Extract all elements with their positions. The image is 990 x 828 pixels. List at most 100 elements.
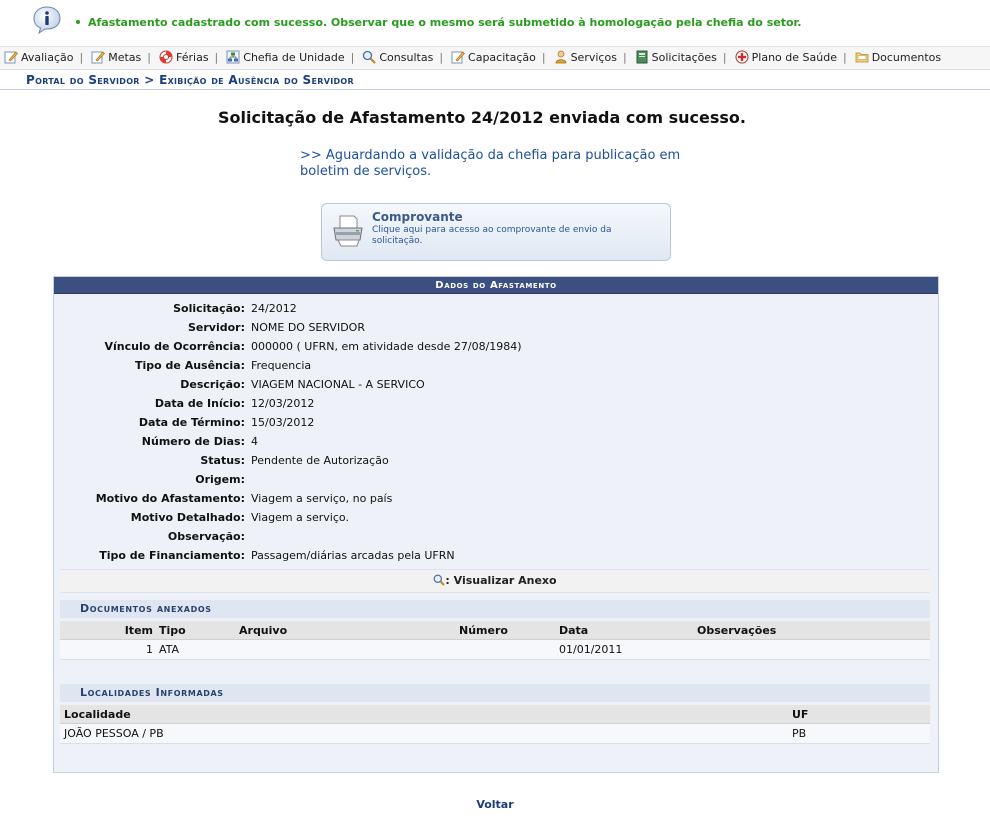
field-row: Status: Pendente de Autorização	[54, 451, 938, 470]
field-label: Observação:	[167, 530, 245, 543]
breadcrumb: Portal do Servidor > Exibição de Ausênci…	[26, 73, 354, 87]
field-value: 000000 ( UFRN, em atividade desde 27/08/…	[251, 340, 522, 353]
field-label: Servidor:	[187, 321, 245, 334]
field-row: Data de Início: 12/03/2012	[54, 394, 938, 413]
field-row: Número de Dias: 4	[54, 432, 938, 451]
cell-data: 01/01/2011	[559, 639, 697, 660]
menu-label: Serviços	[570, 51, 617, 64]
field-value: Viagem a serviço.	[251, 511, 349, 524]
book-icon	[636, 50, 648, 64]
waiting-validation-text: >> Aguardando a validação da chefia para…	[300, 148, 681, 179]
field-label: Tipo de Ausência:	[135, 359, 245, 372]
bullet-icon	[76, 20, 80, 24]
menu-item-ferias[interactable]: Férias	[155, 47, 211, 69]
column-header: Número	[459, 621, 559, 640]
cell-item: 1	[60, 639, 159, 660]
field-value: VIAGEM NACIONAL - A SERVICO	[251, 378, 425, 391]
comprovante-button[interactable]: Comprovante Clique aqui para acesso ao c…	[321, 203, 671, 261]
message-bar: Afastamento cadastrado com sucesso. Obse…	[0, 0, 990, 42]
lifebuoy-icon	[159, 50, 173, 64]
menu-separator: |	[541, 51, 546, 64]
menu-label: Solicitações	[651, 51, 717, 64]
field-label: Descrição:	[180, 378, 245, 391]
field-value: 12/03/2012	[251, 397, 315, 410]
person-icon	[555, 50, 566, 64]
field-row: Descrição: VIAGEM NACIONAL - A SERVICO	[54, 375, 938, 394]
field-list: Solicitação: 24/2012 Servidor: NOME DO SER…	[54, 299, 938, 565]
voltar-link[interactable]: Voltar	[0, 798, 990, 811]
field-row: Motivo Detalhado: Viagem a serviço.	[54, 508, 938, 527]
pencil-icon	[91, 51, 106, 64]
folder-icon	[855, 52, 869, 63]
menu-item-plano-saude[interactable]: Plano de Saúde	[731, 47, 839, 69]
field-row: Observação:	[54, 527, 938, 546]
field-value: Passagem/diárias arcadas pela UFRN	[251, 549, 455, 562]
cell-observacoes	[697, 639, 930, 660]
menu-item-chefia[interactable]: Chefia de Unidade	[222, 47, 346, 69]
field-value: Frequencia	[251, 359, 312, 372]
cell-localidade: JOÃO PESSOA / PB	[60, 723, 792, 744]
menu-separator: |	[722, 51, 727, 64]
menu-separator: |	[214, 51, 219, 64]
visualizar-anexo-button[interactable]: : Visualizar Anexo	[60, 569, 930, 593]
field-row: Tipo de Financiamento: Passagem/diárias a…	[54, 546, 938, 565]
pencil-icon	[4, 51, 18, 64]
success-message-text: Afastamento cadastrado com sucesso. Obse…	[88, 16, 802, 29]
menu-item-servicos[interactable]: Serviços	[550, 47, 619, 69]
localidades-table: Localidade UF JOÃO PESSOA / PB PB	[60, 705, 930, 744]
pencil-icon	[451, 51, 465, 64]
menu-separator: |	[439, 51, 444, 64]
success-message: Afastamento cadastrado com sucesso. Obse…	[76, 16, 802, 29]
menu-separator: |	[842, 51, 847, 64]
cell-arquivo	[239, 639, 459, 660]
section-title: Documentos anexados	[80, 602, 212, 615]
field-value: Viagem a serviço, no país	[251, 492, 393, 505]
magnifier-icon	[363, 50, 377, 64]
visualizar-anexo-label: : Visualizar Anexo	[445, 574, 557, 587]
field-label: Data de Início:	[154, 397, 245, 410]
field-label: Solicitação:	[173, 302, 245, 315]
menu-item-solicitacoes[interactable]: Solicitações	[631, 47, 719, 69]
menu-item-documentos[interactable]: Documentos	[851, 47, 943, 69]
menu-label: Férias	[176, 51, 209, 64]
table-header-row: Localidade UF	[60, 705, 930, 724]
field-label: Origem:	[195, 473, 245, 486]
documentos-anexados-header: Documentos anexados	[60, 600, 930, 618]
field-label: Motivo do Afastamento:	[95, 492, 245, 505]
cell-tipo: ATA	[159, 639, 239, 660]
menu-label: Avaliação	[21, 51, 74, 64]
field-value: NOME DO SERVIDOR	[251, 321, 365, 334]
table-header-row: Item Tipo Arquivo Número Data Observaçõe…	[60, 621, 930, 640]
field-label: Motivo Detalhado:	[130, 511, 245, 524]
table-row: JOÃO PESSOA / PB PB	[60, 723, 930, 744]
field-value: 15/03/2012	[251, 416, 315, 429]
menu-label: Metas	[108, 51, 142, 64]
comprovante-title: Comprovante	[372, 210, 463, 224]
documentos-table: Item Tipo Arquivo Número Data Observaçõe…	[60, 621, 930, 660]
column-header: Tipo	[159, 621, 239, 640]
menu-separator: |	[622, 51, 627, 64]
field-row: Motivo do Afastamento: Viagem a serviço, …	[54, 489, 938, 508]
column-header: Arquivo	[239, 621, 459, 640]
field-label: Vínculo de Ocorrência:	[104, 340, 245, 353]
section-title: Localidades Informadas	[80, 686, 224, 699]
field-row: Vínculo de Ocorrência: 000000 ( UFRN, em …	[54, 337, 938, 356]
info-icon	[33, 6, 61, 34]
menu-label: Chefia de Unidade	[243, 51, 345, 64]
dados-afastamento-panel: Dados do Afastamento Solicitação: 24/2012…	[53, 276, 939, 773]
menu-label: Capacitação	[468, 51, 536, 64]
field-label: Data de Término:	[138, 416, 245, 429]
menu-label: Documentos	[871, 51, 942, 64]
menu-separator: |	[350, 51, 355, 64]
field-row: Tipo de Ausência: Frequencia	[54, 356, 938, 375]
menu-item-avaliacao[interactable]: Avaliação	[0, 47, 76, 69]
field-label: Número de Dias:	[141, 435, 245, 448]
localidades-informadas-header: Localidades Informadas	[60, 684, 930, 702]
field-row: Origem:	[54, 470, 938, 489]
field-value: Pendente de Autorização	[251, 454, 389, 467]
menu-item-capacitacao[interactable]: Capacitação	[447, 47, 538, 69]
menu-item-consultas[interactable]: Consultas	[358, 47, 435, 69]
menu-item-metas[interactable]: Metas	[87, 47, 143, 69]
comprovante-description: Clique aqui para acesso ao comprovante d…	[372, 225, 612, 246]
page-title: Solicitação de Afastamento 24/2012 envia…	[218, 108, 746, 127]
